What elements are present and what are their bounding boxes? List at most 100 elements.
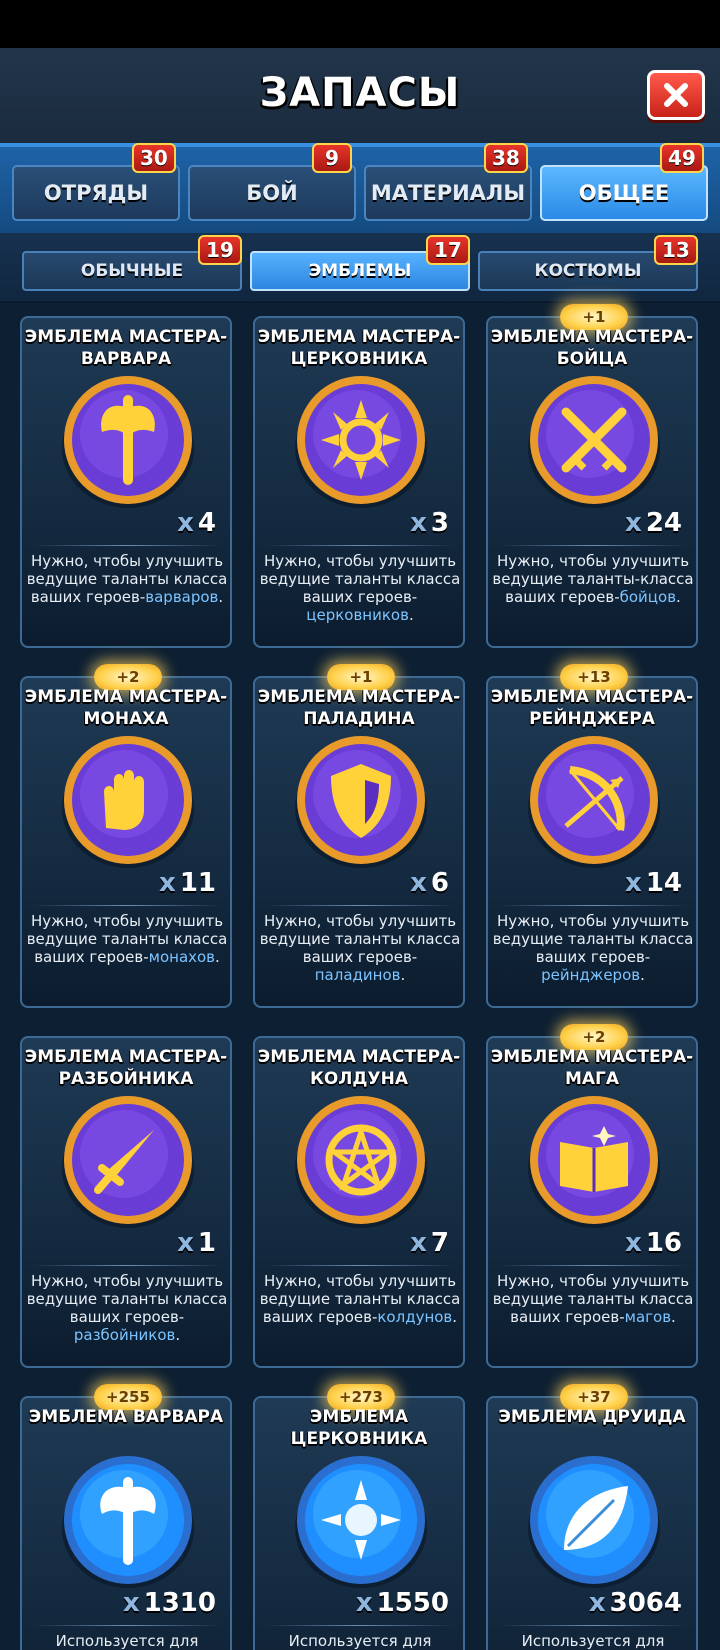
item-count: x 3064 [589, 1588, 682, 1618]
axe-blue-icon [58, 1450, 198, 1590]
tab-battle[interactable]: БОЙ [188, 165, 356, 221]
count-value: 1310 [143, 1588, 216, 1618]
description-text: Нужно, чтобы улучшить ведущие таланты кл… [26, 1272, 228, 1326]
count-prefix: x [625, 868, 642, 898]
subtab-label: ОБЫЧНЫЕ [80, 261, 184, 281]
description-end: . [452, 1308, 458, 1326]
emblem-card[interactable]: +255 ЭМБЛЕМА ВАРВАРА x 1310 Используется для [20, 1384, 232, 1650]
description-end: . [671, 1308, 676, 1326]
divider [32, 545, 222, 546]
count-prefix: x [588, 1588, 606, 1618]
emblem-description: Используется для [26, 1632, 228, 1650]
count-prefix: x [625, 1228, 642, 1258]
count-prefix: x [410, 508, 427, 538]
divider [265, 1265, 455, 1266]
tab-label: БОЙ [246, 181, 298, 205]
emblem-card[interactable]: +2 ЭМБЛЕМА МАСТЕРА- МАГА x 16 Нужно, чтобы у… [486, 1024, 698, 1368]
count-value: 4 [197, 508, 216, 538]
subtab-label: ЭМБЛЕМЫ [308, 261, 412, 281]
close-button[interactable] [647, 70, 705, 120]
tab-badge: 38 [484, 143, 528, 173]
divider [265, 1625, 455, 1626]
close-icon [664, 83, 688, 107]
emblem-title: ЭМБЛЕМА ЦЕРКОВНИКА [290, 1407, 428, 1449]
emblem-title: ЭМБЛЕМА МАСТЕРА- РАЗБОЙНИКА [24, 1047, 228, 1089]
emblem-title: ЭМБЛЕМА ДРУИДА [498, 1407, 686, 1427]
emblem-title: ЭМБЛЕМА МАСТЕРА- ПАЛАДИНА [257, 687, 461, 729]
subtab-label: КОСТЮМЫ [534, 261, 642, 281]
count-prefix: x [122, 1588, 140, 1618]
emblem-description: Используется для [259, 1632, 461, 1650]
emblem-title: ЭМБЛЕМА МАСТЕРА- ВАРВАРА [24, 327, 228, 369]
emblem-description: Нужно, чтобы улучшить ведущие таланты-кл… [492, 552, 694, 606]
emblem-description: Нужно, чтобы улучшить ведущие таланты кл… [26, 1272, 228, 1344]
emblem-title: ЭМБЛЕМА МАСТЕРА- МАГА [490, 1047, 694, 1089]
count-prefix: x [410, 1228, 427, 1258]
description-text: Нужно, чтобы улучшить ведущие таланты кл… [492, 912, 694, 966]
item-count: x 14 [625, 868, 682, 898]
divider [498, 1625, 688, 1626]
description-end: . [215, 948, 220, 966]
description-text: Используется для [521, 1632, 665, 1650]
item-count: x3 [410, 508, 449, 538]
emblem-card[interactable]: +273 ЭМБЛЕМА ЦЕРКОВНИКА x 1550 Используется … [253, 1384, 465, 1650]
emblem-card[interactable]: +37 ЭМБЛЕМА ДРУИДА x 3064 Используется для [486, 1384, 698, 1650]
count-value: 24 [645, 508, 682, 538]
tab-label: ОТРЯДЫ [43, 181, 149, 205]
status-bar [0, 0, 720, 48]
category-tabs: ОТРЯДЫ 30 БОЙ 9 МАТЕРИАЛЫ 38 ОБЩЕЕ 49 [0, 143, 720, 233]
emblem-description: Нужно, чтобы улучшить ведущие таланты кл… [26, 552, 228, 606]
description-text: Нужно, чтобы улучшить ведущие таланты кл… [259, 912, 461, 966]
emblem-card[interactable]: +13 ЭМБЛЕМА МАСТЕРА- РЕЙНДЖЕРА x 14 Нужно, ч… [486, 664, 698, 1008]
emblem-description: Нужно, чтобы улучшить ведущие таланты кл… [259, 1272, 461, 1326]
shield-icon [291, 730, 431, 870]
emblem-card[interactable]: +1 ЭМБЛЕМА МАСТЕРА- ПАЛАДИНА x 6 Нужно, чтоб… [253, 664, 465, 1008]
emblem-card[interactable]: +1 ЭМБЛЕМА МАСТЕРА- БОЙЦА x 24 Нужно, чтобы … [486, 304, 698, 648]
subtab-badge: 17 [426, 235, 470, 265]
sun-blue-icon [291, 1450, 431, 1590]
item-count: x1 [177, 1228, 216, 1258]
class-name: паладинов [314, 966, 401, 984]
tab-general[interactable]: ОБЩЕЕ [540, 165, 708, 221]
tab-badge: 30 [132, 143, 176, 173]
description-text: Используется для [55, 1632, 199, 1650]
count-value: 6 [430, 868, 449, 898]
count-prefix: x [177, 508, 194, 538]
description-text: Используется для [288, 1632, 432, 1650]
tab-materials[interactable]: МАТЕРИАЛЫ [364, 165, 532, 221]
axe-icon [58, 370, 198, 510]
book-icon [524, 1090, 664, 1230]
emblem-description: Используется для [492, 1632, 694, 1650]
tab-squads[interactable]: ОТРЯДЫ [12, 165, 180, 221]
emblem-grid: ЭМБЛЕМА МАСТЕРА- ВАРВАРА x 4 Нужно, чтобы у… [0, 303, 720, 1650]
description-end: . [640, 966, 645, 984]
emblem-card[interactable]: ЭМБЛЕМА МАСТЕРА- ВАРВАРА x 4 Нужно, чтобы у… [20, 316, 232, 648]
description-end: . [676, 588, 681, 606]
emblem-title: ЭМБЛЕМА МАСТЕРА- КОЛДУНА [257, 1047, 461, 1089]
dagger-icon [58, 1090, 198, 1230]
description-end: . [400, 966, 406, 984]
divider [32, 1265, 222, 1266]
divider [32, 905, 222, 906]
emblem-card[interactable]: ЭМБЛЕМА МАСТЕРА- РАЗБОЙНИКА x 1 Нужно, чтоб… [20, 1036, 232, 1368]
count-prefix: x [355, 1588, 373, 1618]
header: ЗАПАСЫ [0, 48, 720, 143]
leaf-icon [524, 1450, 664, 1590]
description-text: Нужно, чтобы улучшить ведущие таланты кл… [259, 552, 461, 606]
item-count: x7 [410, 1228, 449, 1258]
emblem-card[interactable]: ЭМБЛЕМА МАСТЕРА- ЦЕРКОВНИКА x 3 Нужно, чтоб… [253, 316, 465, 648]
class-name: варваров [145, 588, 219, 606]
count-value: 3064 [609, 1588, 682, 1618]
count-value: 14 [645, 868, 682, 898]
emblem-card[interactable]: ЭМБЛЕМА МАСТЕРА- КОЛДУНА x 7 Нужно, чтобы у… [253, 1036, 465, 1368]
emblem-card[interactable]: +2 ЭМБЛЕМА МАСТЕРА- МОНАХА x 11 Нужно, чтобы… [20, 664, 232, 1008]
tab-label: ОБЩЕЕ [578, 181, 670, 205]
description-end: . [408, 606, 414, 624]
emblem-description: Нужно, чтобы улучшить ведущие таланты кл… [26, 912, 228, 966]
item-count: x6 [410, 868, 449, 898]
bow-icon [524, 730, 664, 870]
tab-badge: 49 [660, 143, 704, 173]
tab-badge: 9 [312, 143, 352, 173]
emblem-description: Нужно, чтобы улучшить ведущие таланты кл… [492, 912, 694, 984]
count-prefix: x [625, 508, 642, 538]
